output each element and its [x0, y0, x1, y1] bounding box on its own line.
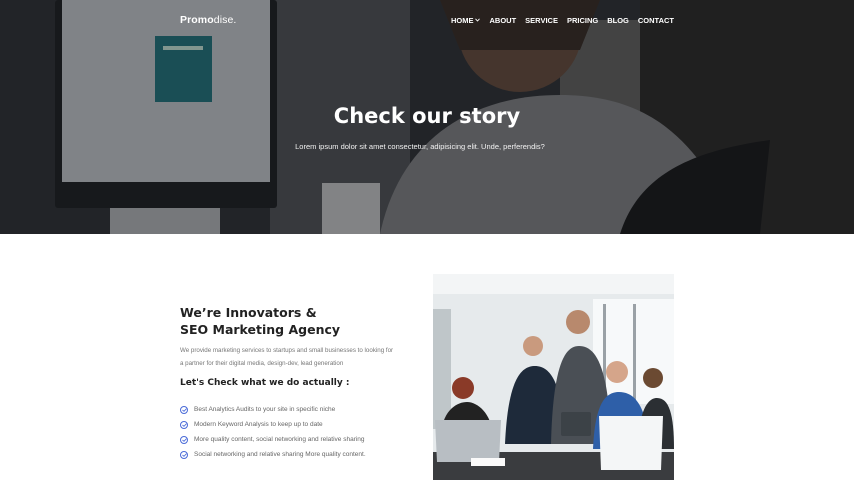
nav-item-home[interactable]: HOME: [451, 16, 481, 25]
check-circle-icon: [180, 405, 188, 414]
hero-banner: Promodise. HOME ABOUT SERVICE PRICING BL…: [0, 0, 854, 234]
feature-text: Modern Keyword Analysis to keep up to da…: [194, 421, 323, 428]
about-heading-line1: We’re Innovators &: [180, 305, 317, 320]
check-circle-icon: [180, 450, 188, 459]
nav-item-label: PRICING: [566, 16, 599, 25]
nav-item-about[interactable]: ABOUT: [489, 16, 516, 25]
nav-item-contact[interactable]: CONTACT: [638, 16, 674, 25]
hero-title: Check our story: [333, 104, 521, 128]
nav-item-blog[interactable]: BLOG: [607, 16, 629, 25]
site-logo[interactable]: Promodise.: [180, 14, 236, 26]
list-item: Social networking and relative sharing M…: [180, 447, 366, 462]
feature-text: Best Analytics Audits to your site in sp…: [194, 406, 336, 413]
check-circle-icon: [180, 435, 188, 444]
list-item: More quality content, social networking …: [180, 432, 366, 447]
nav-item-label: SERVICE: [525, 16, 558, 25]
logo-rest-text: dise.: [213, 14, 237, 26]
hero-subtitle: Lorem ipsum dolor sit amet consectetur, …: [295, 142, 545, 151]
feature-text: More quality content, social networking …: [194, 436, 365, 443]
nav-item-pricing[interactable]: PRICING: [567, 16, 598, 25]
list-item: Best Analytics Audits to your site in sp…: [180, 402, 366, 417]
list-item: Modern Keyword Analysis to keep up to da…: [180, 417, 366, 432]
services-check-heading: Let's Check what we do actually :: [180, 378, 350, 388]
logo-bold-text: Promo: [180, 14, 214, 26]
team-meeting-photo: [433, 274, 674, 480]
about-description-line1: We provide marketing services to startup…: [180, 347, 394, 354]
nav-item-label: BLOG: [607, 16, 629, 25]
nav-item-service[interactable]: SERVICE: [525, 16, 558, 25]
nav-item-label: HOME: [450, 16, 474, 25]
about-description: We provide marketing services to startup…: [180, 345, 430, 370]
about-description-line2: a partner for their digital media, desig…: [180, 359, 344, 367]
nav-item-label: CONTACT: [637, 16, 674, 25]
chevron-down-icon: [475, 17, 481, 24]
main-menu: HOME ABOUT SERVICE PRICING BLOG CONTACT: [451, 16, 674, 25]
feature-list: Best Analytics Audits to your site in sp…: [180, 402, 366, 462]
about-heading-line2: SEO Marketing Agency: [180, 322, 341, 337]
top-navigation: Promodise. HOME ABOUT SERVICE PRICING BL…: [0, 0, 854, 40]
about-heading: We’re Innovators & SEO Marketing Agency: [180, 304, 340, 338]
nav-item-label: ABOUT: [489, 16, 517, 25]
check-circle-icon: [180, 420, 188, 429]
feature-text: Social networking and relative sharing M…: [194, 451, 366, 458]
